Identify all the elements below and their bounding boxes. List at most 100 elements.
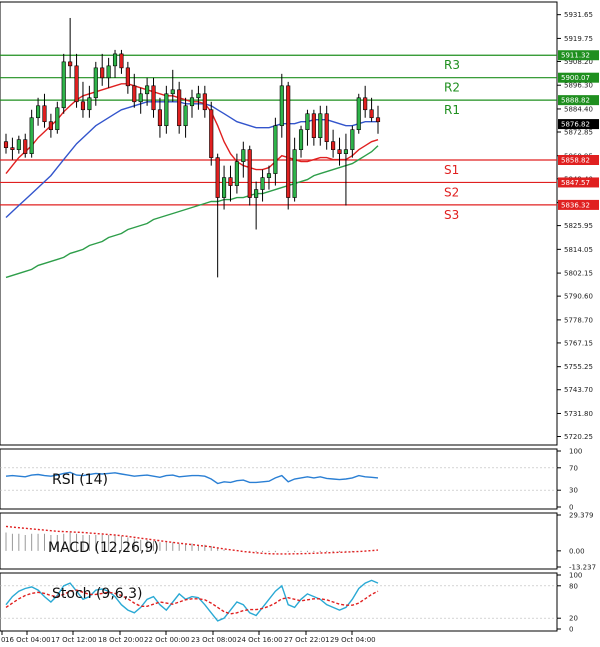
time-tick-label: 23 Oct 08:00 [191, 636, 237, 644]
candle-down [48, 121, 53, 131]
candle [177, 81, 182, 134]
price-tick-label: 5931.65 [564, 11, 593, 19]
price-tick-label: 5790.60 [564, 293, 593, 301]
candle [209, 101, 214, 166]
candle-up [93, 67, 98, 99]
sub-tick-label: 29.379 [569, 512, 594, 520]
candle-down [337, 149, 342, 154]
candle-up [145, 85, 150, 95]
candle-up [29, 117, 34, 154]
price-tick-label: 5743.70 [564, 386, 593, 394]
candle [286, 81, 291, 210]
candle-down [215, 157, 220, 198]
level-label-r3: R3 [444, 58, 460, 72]
sub-tick-label: 30 [569, 487, 578, 495]
candle-up [112, 53, 118, 67]
price-tick-label: 5896.30 [564, 82, 593, 90]
candle-up [16, 139, 21, 150]
stoch-pane-frame [0, 572, 558, 632]
candle-down [10, 147, 15, 150]
stoch-label: Stoch (9,6,3) [52, 586, 143, 602]
candle-up [55, 107, 60, 131]
time-tick-label: 16 Oct 04:00 [5, 636, 51, 644]
candle-down [209, 109, 214, 158]
time-tick-label: 29 Oct 04:00 [330, 636, 376, 644]
candle [356, 93, 361, 134]
candle-down [247, 149, 252, 198]
candle-down [228, 177, 233, 186]
level-tag-r2: 5900.07 [561, 74, 590, 82]
candle-up [106, 65, 111, 79]
level-tag-s1: 5858.82 [561, 157, 590, 165]
candle-up [343, 149, 348, 154]
candle-down [23, 139, 28, 154]
price-tick-label: 5778.70 [564, 316, 593, 324]
candle [247, 145, 252, 206]
price-tick-label: 5884.40 [564, 105, 593, 113]
chart-canvas: 5931.655919.755908.205896.305884.405872.… [0, 0, 600, 647]
candle-up [273, 125, 278, 174]
price-tick-label: 5872.85 [564, 129, 593, 137]
candle-down [363, 97, 368, 111]
macd-label: MACD (12,26,9) [48, 540, 159, 556]
candle-up [170, 89, 175, 95]
level-label-r2: R2 [444, 81, 460, 95]
level-label-s3: S3 [444, 208, 459, 222]
price-pane-frame [0, 1, 558, 446]
sub-tick-label: 0 [569, 626, 573, 634]
candle-up [36, 105, 41, 119]
time-tick-label: 18 Oct 20:00 [98, 636, 144, 644]
level-label-r1: R1 [444, 103, 460, 117]
candle-down [100, 67, 105, 79]
candle [61, 53, 66, 114]
time-tick-label: 22 Oct 00:00 [144, 636, 190, 644]
candle-up [279, 85, 284, 127]
candle-up [350, 129, 355, 150]
candle-up [356, 97, 361, 131]
level-tag-r1: 5888.82 [561, 97, 590, 105]
sub-tick-label: 80 [569, 582, 578, 590]
rsi-label: RSI (14) [52, 472, 108, 488]
macd-pane: 29.379 0.00 -13.237 MACD (12,26,9) [0, 512, 596, 572]
time-tick-label: 24 Oct 16:00 [237, 636, 283, 644]
candle-up [196, 93, 201, 99]
candle-down [125, 67, 130, 87]
price-tick-label: 5731.80 [564, 410, 593, 418]
time-tick-label: 27 Oct 22:01 [284, 636, 330, 644]
candle-down [151, 85, 156, 111]
candle-up [241, 149, 246, 162]
candle-up [222, 177, 227, 198]
current-price-value: 5876.82 [561, 121, 590, 129]
level-label-s2: S2 [444, 185, 459, 199]
price-tick-label: 5767.15 [564, 339, 593, 347]
candle-down [74, 65, 79, 103]
candle-up [183, 105, 188, 127]
candle-up [254, 189, 259, 198]
candle-down [132, 85, 137, 103]
candle-down [80, 101, 86, 111]
candle-up [298, 129, 304, 150]
price-tick-label: 5802.15 [564, 270, 593, 278]
level-tag-s2: 5847.57 [561, 179, 590, 187]
price-tick-label: 5755.25 [564, 363, 593, 371]
candle-up [266, 173, 272, 178]
candle-up [292, 149, 297, 198]
candle-up [138, 93, 143, 103]
candle-up [318, 113, 323, 138]
price-pane: 5931.655919.755908.205896.305884.405872.… [0, 1, 599, 446]
candle-down [311, 113, 316, 138]
price-tick-label: 5814.05 [564, 246, 593, 254]
rsi-pane: 100 70 30 0 RSI (14) [0, 448, 582, 512]
candle-down [369, 109, 374, 119]
candle-down [157, 109, 162, 127]
sub-tick-label: 0.00 [569, 547, 585, 555]
price-tick-label: 5825.95 [564, 222, 593, 230]
candle-up [189, 97, 195, 107]
level-tag-r3: 5911.32 [561, 52, 590, 60]
current-price-tag: 5876.82 [558, 119, 599, 130]
candle-down [286, 85, 291, 198]
candle-down [375, 117, 381, 123]
candle-up [87, 97, 92, 111]
level-tag-s3: 5836.32 [561, 201, 590, 209]
candle-up [305, 113, 310, 131]
